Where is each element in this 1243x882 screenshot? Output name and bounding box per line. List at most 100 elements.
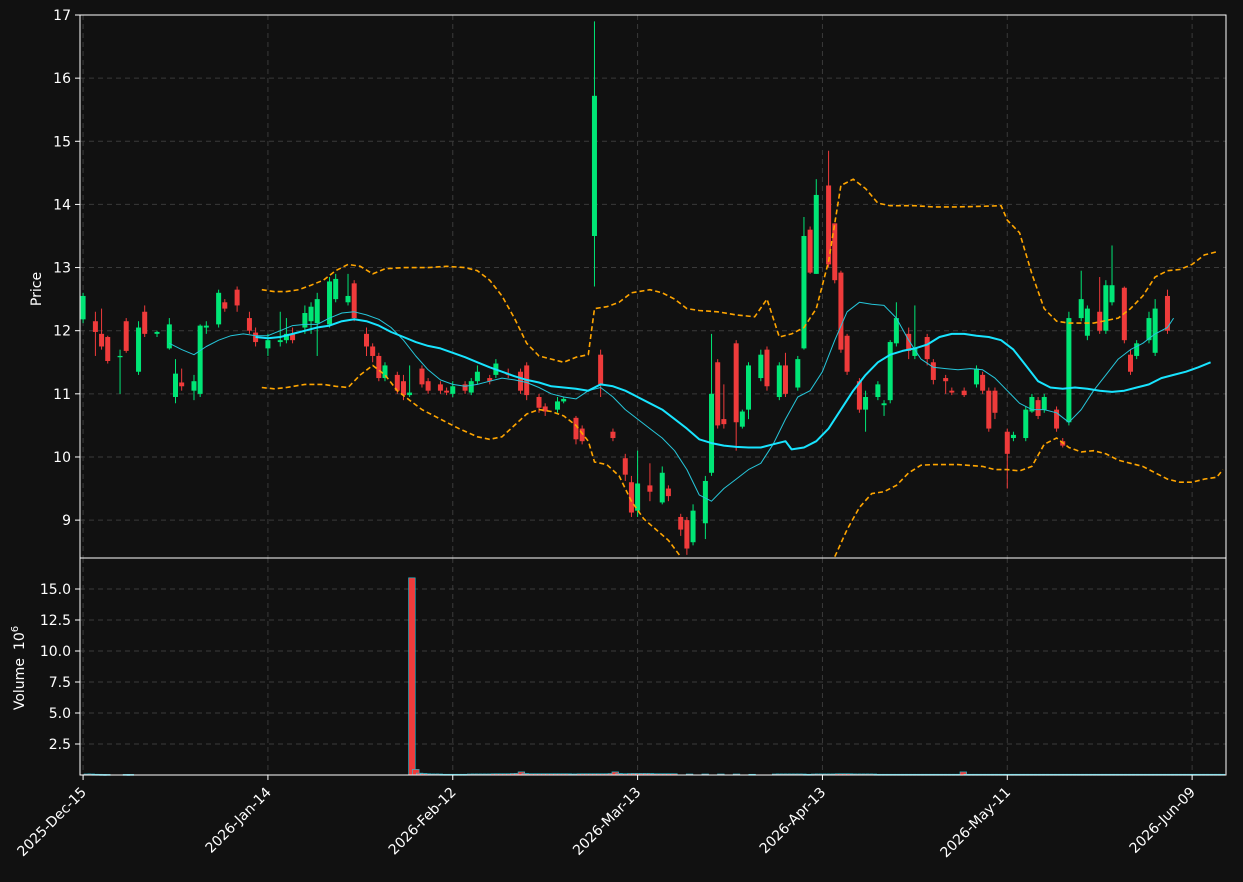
candle-body bbox=[838, 272, 844, 350]
candle-body bbox=[986, 390, 992, 429]
candle-body bbox=[930, 362, 936, 380]
candle-body bbox=[400, 381, 406, 396]
candle-body bbox=[949, 390, 955, 393]
candle-body bbox=[308, 306, 314, 322]
candle-body bbox=[105, 337, 111, 362]
candle-body bbox=[1023, 409, 1029, 439]
candle-body bbox=[277, 340, 283, 343]
candle-body bbox=[721, 419, 727, 425]
candle-body bbox=[1041, 396, 1047, 410]
volume-tick-label: 5.0 bbox=[49, 706, 71, 722]
price-tick-label: 17 bbox=[53, 8, 71, 24]
candle-body bbox=[376, 355, 382, 379]
volume-axis-label: Volume 106 bbox=[10, 626, 28, 710]
candle-body bbox=[782, 365, 788, 394]
candle-body bbox=[1084, 308, 1090, 336]
candle-body bbox=[887, 342, 893, 401]
candle-body bbox=[733, 343, 739, 423]
volume-tick-label: 7.5 bbox=[49, 675, 71, 691]
volume-axis-label-text: Volume bbox=[12, 658, 28, 710]
candle-body bbox=[80, 295, 86, 320]
candle-body bbox=[1004, 431, 1010, 454]
candle-body bbox=[314, 299, 320, 324]
candle-body bbox=[92, 321, 98, 332]
candle-body bbox=[610, 431, 616, 439]
candle-body bbox=[370, 346, 376, 356]
candle-body bbox=[351, 283, 357, 319]
candle-body bbox=[943, 378, 949, 382]
candle-body bbox=[203, 325, 209, 328]
candle-body bbox=[265, 340, 271, 349]
candle-body bbox=[179, 382, 185, 387]
candle-body bbox=[702, 480, 708, 524]
candle-body bbox=[844, 335, 850, 372]
candle-body bbox=[961, 390, 967, 396]
figure-background bbox=[0, 0, 1243, 878]
candle-body bbox=[684, 520, 690, 549]
volume-tick-label: 10.0 bbox=[40, 644, 71, 660]
candle-body bbox=[197, 325, 203, 394]
price-tick-label: 10 bbox=[53, 450, 71, 466]
candle-body bbox=[345, 295, 351, 303]
candle-body bbox=[419, 368, 425, 385]
candle-body bbox=[647, 485, 653, 492]
candle-body bbox=[364, 333, 369, 347]
price-tick-label: 14 bbox=[53, 197, 71, 213]
candle-body bbox=[425, 381, 431, 391]
candle-body bbox=[450, 386, 456, 394]
candle-body bbox=[437, 384, 443, 391]
candle-body bbox=[123, 321, 129, 351]
candle-body bbox=[166, 324, 172, 349]
candle-body bbox=[1078, 299, 1084, 319]
price-tick-label: 13 bbox=[53, 261, 71, 277]
candle-body bbox=[234, 289, 240, 306]
candle-body bbox=[474, 371, 480, 382]
candle-body bbox=[715, 362, 721, 426]
candle-body bbox=[561, 398, 567, 402]
volume-bar bbox=[408, 577, 416, 776]
candle-body bbox=[117, 355, 123, 358]
price-axis-label: Price bbox=[29, 272, 45, 306]
candle-body bbox=[222, 302, 228, 309]
candle-body bbox=[154, 331, 160, 334]
candlestick-chart: 91011121314151617 2.55.07.510.012.515.0 … bbox=[0, 0, 1243, 878]
candle-body bbox=[1066, 318, 1072, 423]
volume-tick-label: 15.0 bbox=[40, 582, 71, 598]
candle-body bbox=[709, 393, 715, 473]
candle-body bbox=[980, 374, 986, 391]
candle-body bbox=[246, 318, 252, 331]
candle-body bbox=[832, 223, 838, 281]
candle-body bbox=[333, 278, 339, 300]
candle-body bbox=[813, 194, 819, 274]
candle-body bbox=[764, 349, 770, 387]
candle-body bbox=[1152, 308, 1158, 353]
candle-body bbox=[99, 333, 105, 347]
candle-body bbox=[136, 327, 142, 372]
volume-axis-scale-exponent: 6 bbox=[10, 626, 21, 632]
price-tick-label: 9 bbox=[62, 513, 71, 529]
candle-body bbox=[173, 373, 178, 397]
candle-body bbox=[1010, 434, 1016, 439]
candle-body bbox=[665, 488, 671, 497]
candle-body bbox=[468, 381, 474, 393]
candle-body bbox=[863, 396, 869, 410]
candle-body bbox=[142, 311, 148, 334]
candle-body bbox=[881, 403, 887, 406]
candle-body bbox=[1035, 400, 1041, 416]
candle-body bbox=[1109, 285, 1115, 303]
volume-tick-label: 2.5 bbox=[49, 737, 71, 753]
candle-body bbox=[1128, 354, 1133, 372]
candle-body bbox=[973, 368, 979, 385]
volume-tick-label: 12.5 bbox=[40, 613, 71, 629]
candle-body bbox=[924, 337, 930, 360]
price-tick-label: 15 bbox=[53, 134, 71, 150]
candle-body bbox=[622, 458, 628, 475]
candle-body bbox=[216, 292, 222, 325]
price-tick-label: 16 bbox=[53, 71, 71, 87]
candle-body bbox=[776, 365, 782, 397]
candle-body bbox=[462, 384, 468, 391]
candle-body bbox=[746, 365, 751, 410]
candle-body bbox=[875, 384, 881, 397]
candle-body bbox=[739, 411, 745, 427]
candle-body bbox=[807, 229, 813, 273]
